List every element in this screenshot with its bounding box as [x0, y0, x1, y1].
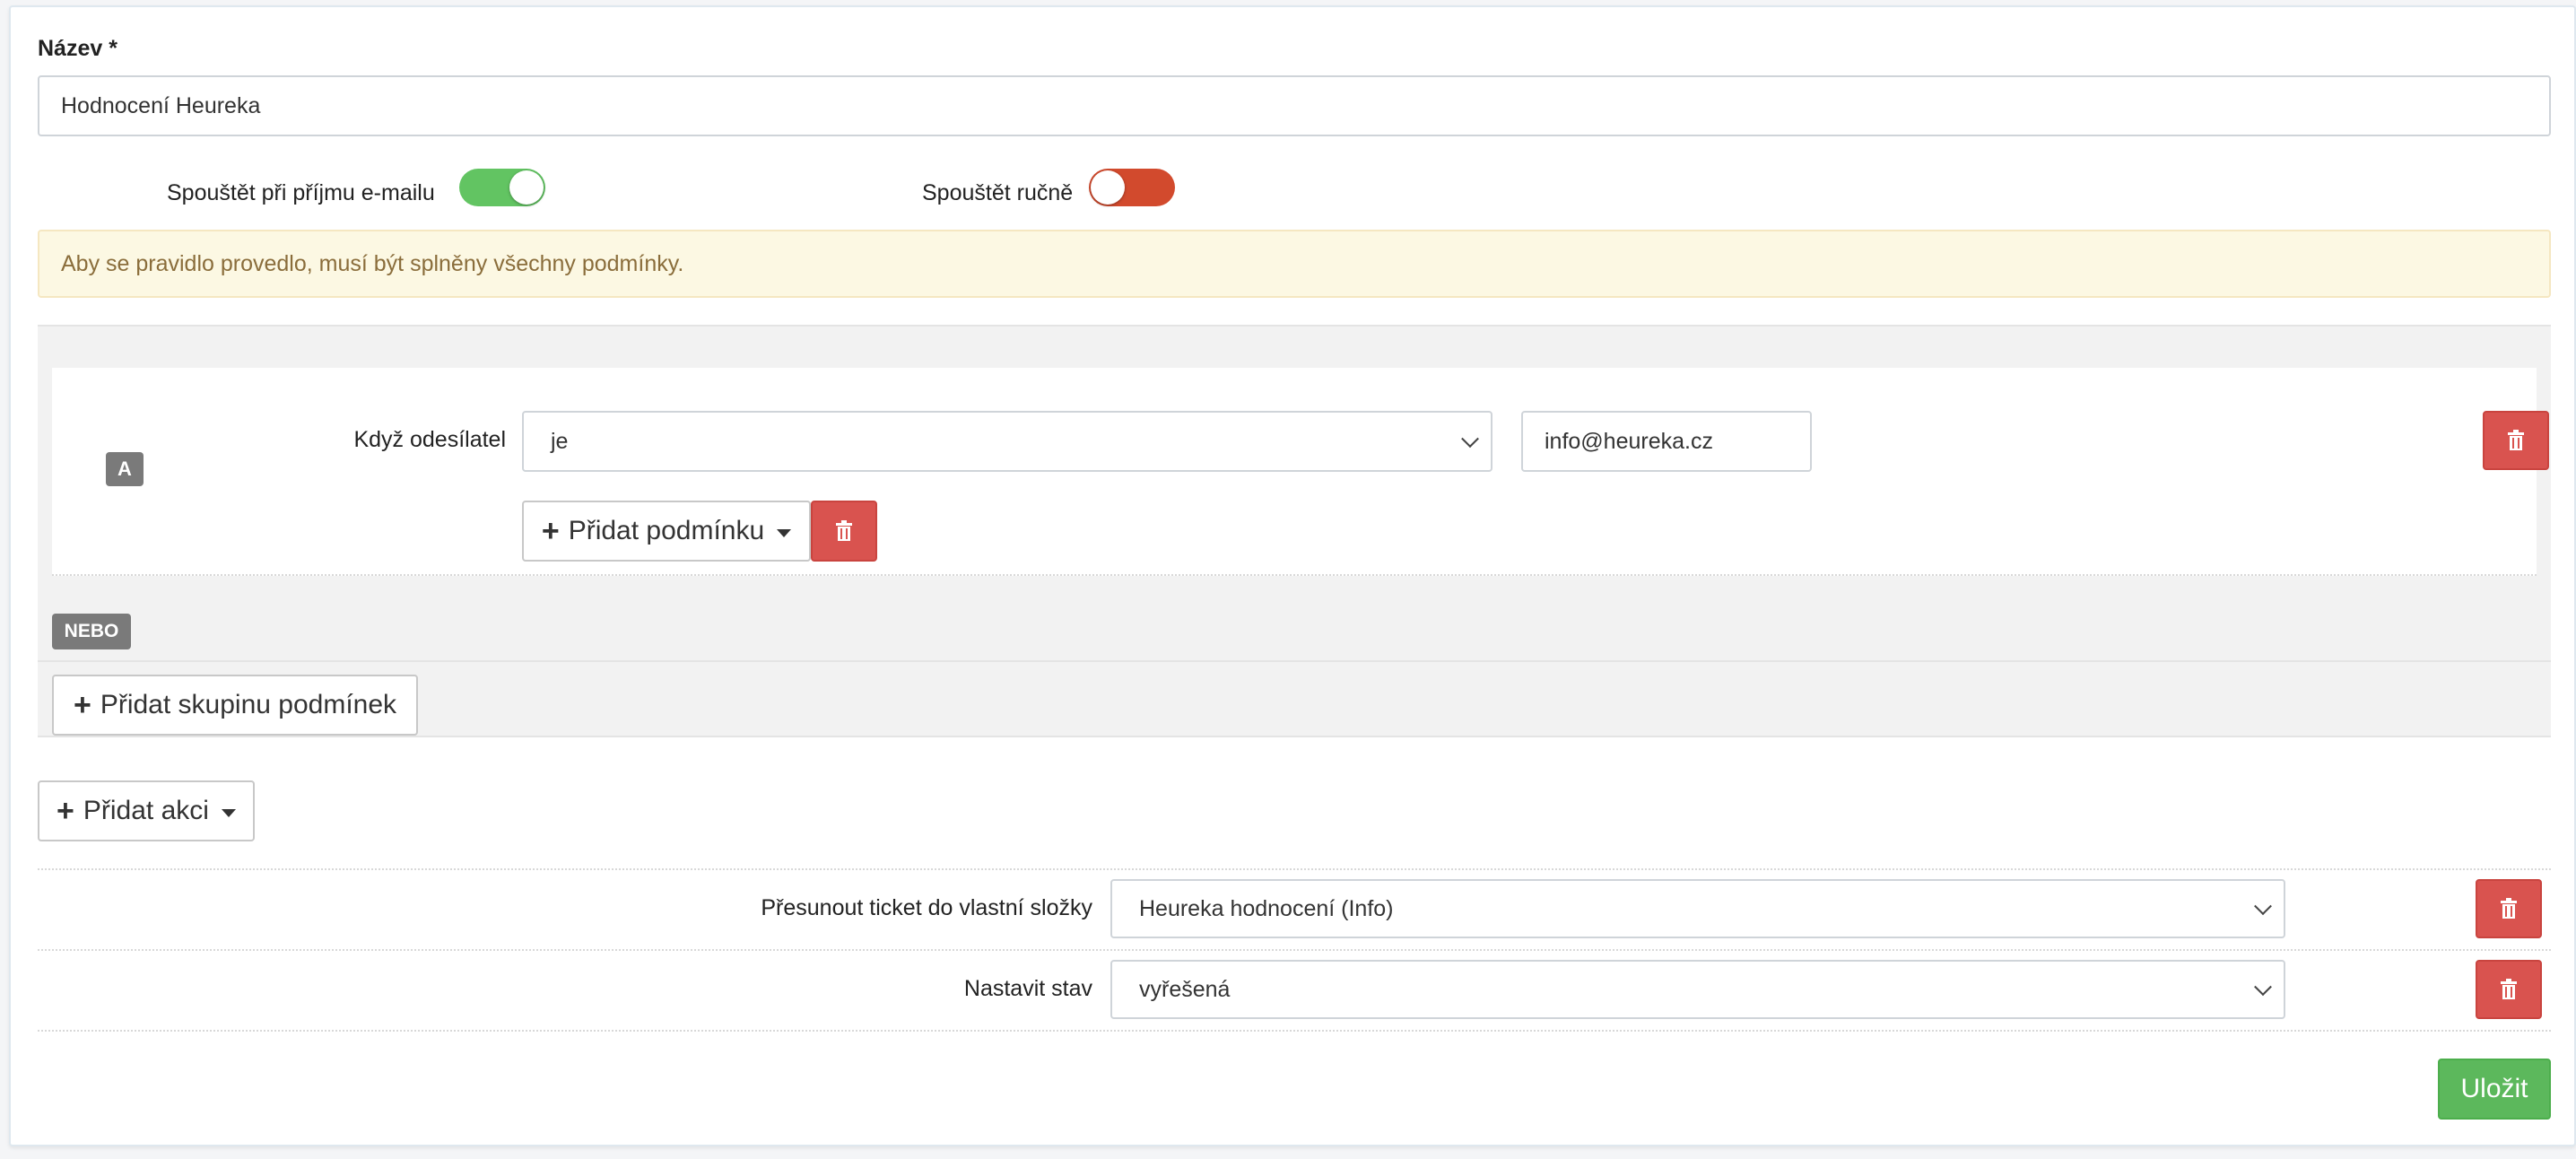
rule-editor-panel: Název * Hodnocení Heureka Spouštět při p…: [9, 5, 2576, 1146]
required-mark: *: [109, 36, 117, 61]
action-status-value: vyřešená: [1139, 976, 1231, 1002]
plus-icon: +: [57, 794, 74, 828]
group-badge: A: [106, 452, 144, 486]
action-row-divider: [38, 1030, 2551, 1032]
action-row-label: Přesunout ticket do vlastní složky: [761, 895, 1092, 920]
action-row-divider: [38, 868, 2551, 870]
delete-condition-button[interactable]: [811, 501, 877, 562]
chevron-down-icon: [2254, 897, 2272, 916]
delete-action-button[interactable]: [2476, 960, 2542, 1019]
conditions-alert-text: Aby se pravidlo provedlo, musí být splně…: [61, 250, 684, 276]
trash-icon: [836, 520, 852, 541]
chevron-down-icon: [2254, 978, 2272, 997]
trash-icon: [2501, 898, 2517, 919]
plus-icon: +: [541, 514, 560, 548]
condition-value-text: info@heureka.cz: [1545, 428, 1713, 454]
condition-operator-value: je: [551, 428, 569, 454]
action-folder-value: Heureka hodnocení (Info): [1139, 895, 1394, 921]
toggle-manual-knob: [1091, 170, 1125, 205]
save-button[interactable]: Uložit: [2438, 1059, 2551, 1120]
condition-operator-select[interactable]: je: [522, 411, 1493, 472]
condition-groups: A Když odesílatel je info@heureka.cz + P…: [38, 325, 2551, 737]
action-status-select[interactable]: vyřešená: [1110, 960, 2285, 1019]
name-label: Název *: [38, 36, 117, 62]
add-condition-group-label: Přidat skupinu podmínek: [100, 690, 397, 719]
name-input[interactable]: Hodnocení Heureka: [38, 75, 2551, 136]
plus-icon: +: [73, 688, 91, 722]
add-condition-button[interactable]: + Přidat podmínku: [522, 501, 811, 562]
add-action-button[interactable]: + Přidat akci: [38, 780, 255, 841]
action-row-divider: [38, 949, 2551, 951]
or-divider: [38, 660, 2551, 662]
toggle-on-email-knob: [509, 170, 544, 205]
chevron-down-icon: [1461, 430, 1479, 449]
condition-label: Když odesílatel: [353, 427, 506, 452]
add-condition-label: Přidat podmínku: [568, 516, 765, 545]
toggle-manual-label: Spouštět ručně: [922, 180, 1074, 205]
name-label-text: Název: [38, 36, 103, 61]
delete-condition-group-button[interactable]: [2483, 411, 2549, 470]
toggle-on-email-label: Spouštět při příjmu e-mailu: [167, 180, 435, 205]
or-badge: NEBO: [52, 614, 131, 649]
delete-action-button[interactable]: [2476, 879, 2542, 938]
caret-down-icon: [777, 528, 792, 537]
toggle-on-email[interactable]: [459, 169, 545, 206]
toggle-manual[interactable]: [1089, 169, 1175, 206]
trash-icon: [2501, 979, 2517, 999]
action-row-label: Nastavit stav: [963, 976, 1092, 1001]
condition-group-a: A Když odesílatel je info@heureka.cz + P…: [52, 368, 2549, 576]
conditions-alert: Aby se pravidlo provedlo, musí být splně…: [38, 230, 2551, 298]
add-condition-group-button[interactable]: + Přidat skupinu podmínek: [52, 675, 418, 736]
condition-value-input[interactable]: info@heureka.cz: [1521, 411, 1812, 472]
trash-icon: [2508, 430, 2524, 450]
name-input-value: Hodnocení Heureka: [61, 92, 261, 118]
action-folder-select[interactable]: Heureka hodnocení (Info): [1110, 879, 2285, 938]
caret-down-icon: [221, 808, 236, 817]
save-button-label: Uložit: [2460, 1074, 2528, 1103]
add-action-label: Přidat akci: [83, 796, 209, 825]
